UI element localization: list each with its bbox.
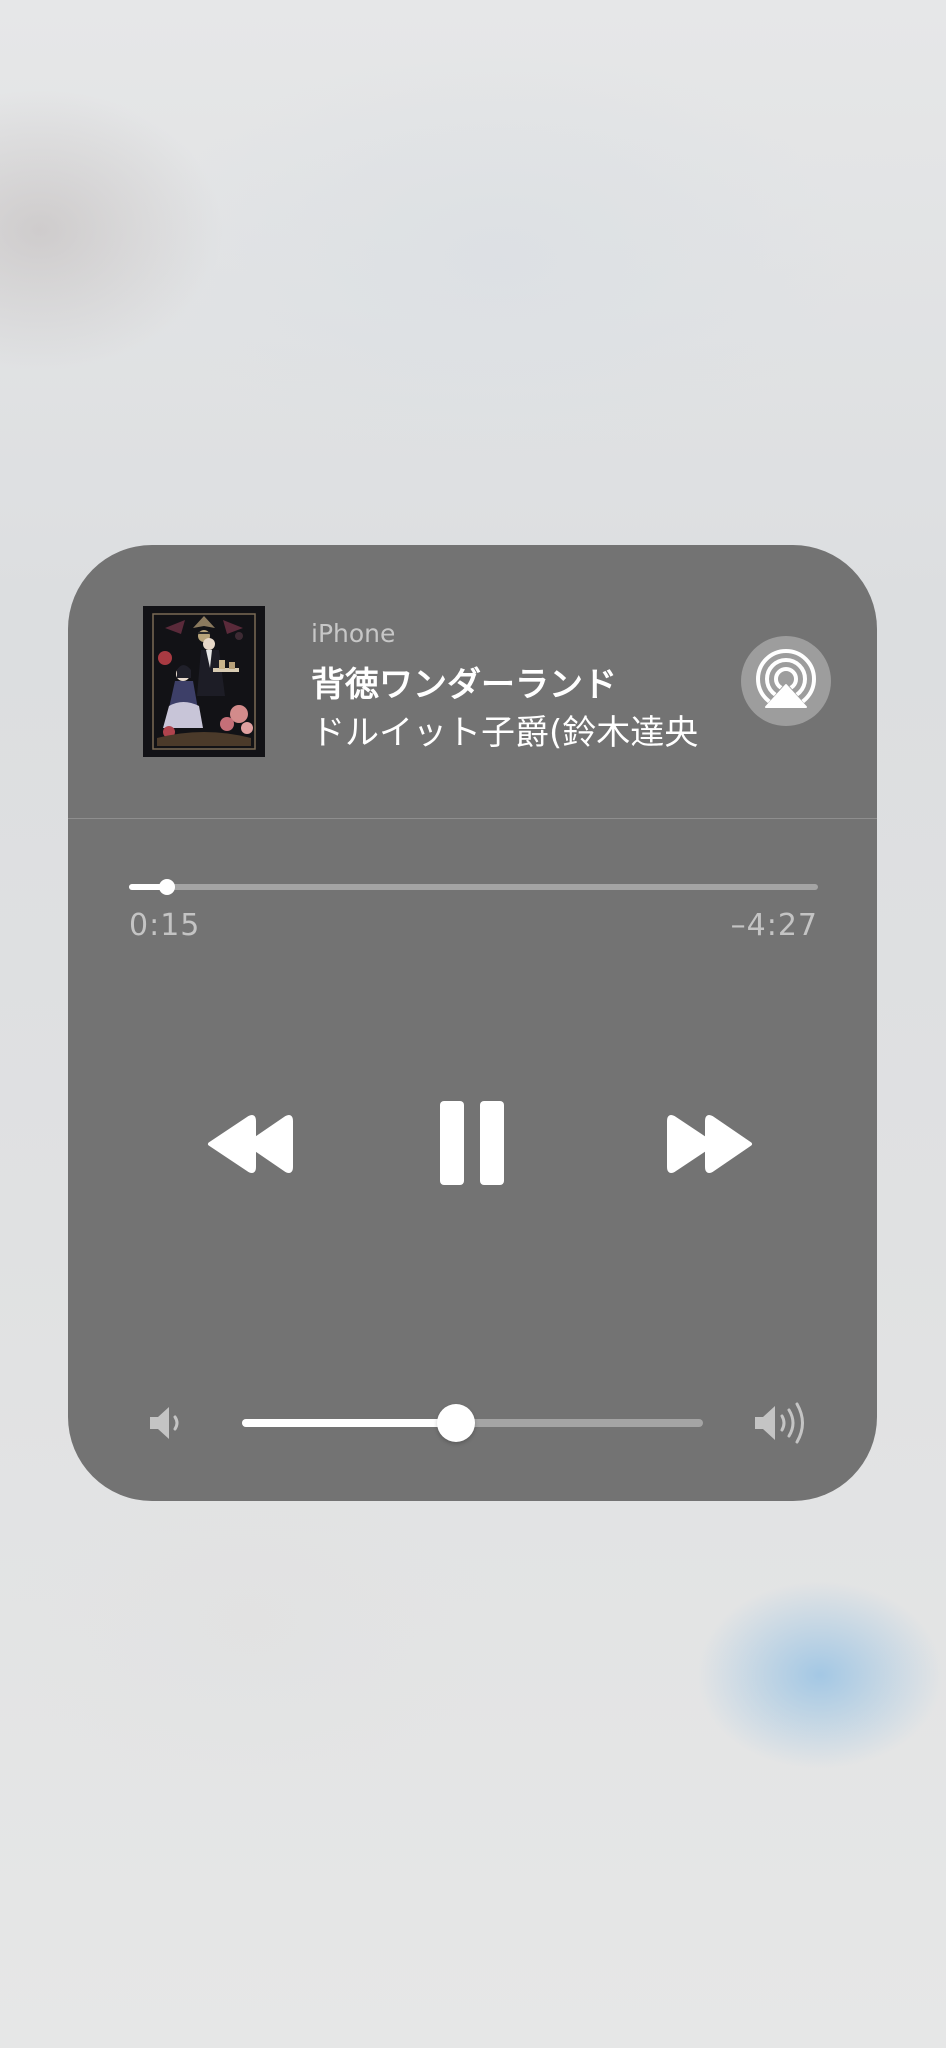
- song-title: 背徳ワンダーランド: [311, 665, 617, 705]
- playback-scrubber[interactable]: [129, 879, 818, 895]
- volume-level-fill: [242, 1419, 457, 1427]
- artist-name: ドルイット子爵(鈴木達央: [311, 713, 699, 753]
- speaker-low-icon: [144, 1401, 190, 1449]
- forward-icon: [667, 1115, 752, 1173]
- pause-button[interactable]: [412, 1093, 532, 1193]
- airplay-button[interactable]: [741, 636, 831, 726]
- remaining-time: –4:27: [730, 908, 818, 943]
- fast-forward-button[interactable]: [652, 1093, 772, 1193]
- speaker-high-icon: [751, 1401, 813, 1449]
- rewind-button[interactable]: [188, 1093, 308, 1193]
- pause-icon: [440, 1101, 504, 1185]
- volume-slider-thumb[interactable]: [437, 1404, 476, 1442]
- volume-slider[interactable]: [242, 1404, 703, 1442]
- header-divider: [68, 818, 877, 819]
- backward-icon: [208, 1115, 293, 1173]
- airplay-audio-icon: [756, 649, 816, 710]
- now-playing-card: iPhone 背徳ワンダーランド ドルイット子爵(鈴木達央 0:15 –4:27: [68, 545, 877, 1501]
- now-playing-header[interactable]: iPhone 背徳ワンダーランド ドルイット子爵(鈴木達央: [68, 545, 877, 818]
- output-device-label: iPhone: [311, 619, 396, 648]
- playback-scrubber-thumb[interactable]: [158, 879, 175, 895]
- album-artwork: [143, 606, 265, 757]
- elapsed-time: 0:15: [129, 908, 201, 943]
